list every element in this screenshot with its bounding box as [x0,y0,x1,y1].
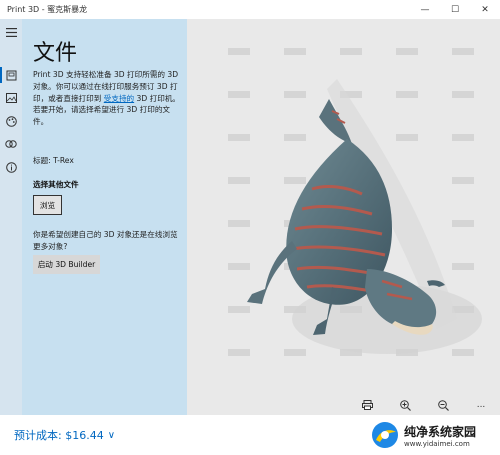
title-bar: Print 3D - 蜜克斯暴龙 — ☐ ✕ [0,0,500,19]
supported-printers-link[interactable]: 受支持的 [104,94,134,103]
nav-rail [0,19,22,415]
trex-left-leg [247,241,297,304]
launch-3d-builder-button[interactable]: 启动 3D Builder [33,255,100,274]
page-title: 文件 [33,41,78,66]
image-icon[interactable] [4,91,18,105]
browse-button[interactable]: 浏览 [33,195,62,215]
watermark-url: www.yidaimei.com [404,439,470,448]
maximize-button[interactable]: ☐ [440,0,470,19]
zoom-in-icon[interactable] [386,395,424,415]
file-pane: 文件 Print 3D 支持轻松准备 3D 打印所需的 3D 对象。你可以通过在… [22,19,187,415]
minimize-button[interactable]: — [410,0,440,19]
zoom-out-icon[interactable] [424,395,462,415]
choose-other-heading: 选择其他文件 [33,180,79,189]
info-icon[interactable] [4,160,18,174]
palette-icon[interactable] [4,114,18,128]
trex-model [247,79,482,354]
window-title: Print 3D - 蜜克斯暴龙 [7,5,88,14]
watermark: 纯净系统家园 www.yidaimei.com [370,419,494,451]
description: Print 3D 支持轻松准备 3D 打印所需的 3D 对象。你可以通过在线打印… [33,69,181,128]
watermark-title: 纯净系统家园 [404,424,477,439]
file-title: 标题: T-Rex [33,156,74,165]
watermark-logo-icon [372,422,398,448]
3d-viewport[interactable] [187,19,500,395]
hamburger-menu-icon[interactable] [4,25,18,39]
model-icon[interactable] [4,137,18,151]
estimated-cost[interactable]: 预计成本: $16.44 [14,427,104,443]
more-icon[interactable]: ... [462,395,500,415]
chevron-down-icon[interactable]: ∨ [108,430,115,441]
create-or-browse-question: 你是希望创建自己的 3D 对象还是在线浏览更多对象? [33,230,178,251]
viewport-toolbar: ... [187,395,500,415]
print-icon[interactable] [4,68,18,82]
close-button[interactable]: ✕ [470,0,500,19]
active-indicator [0,67,2,83]
print-settings-icon[interactable] [348,395,386,415]
